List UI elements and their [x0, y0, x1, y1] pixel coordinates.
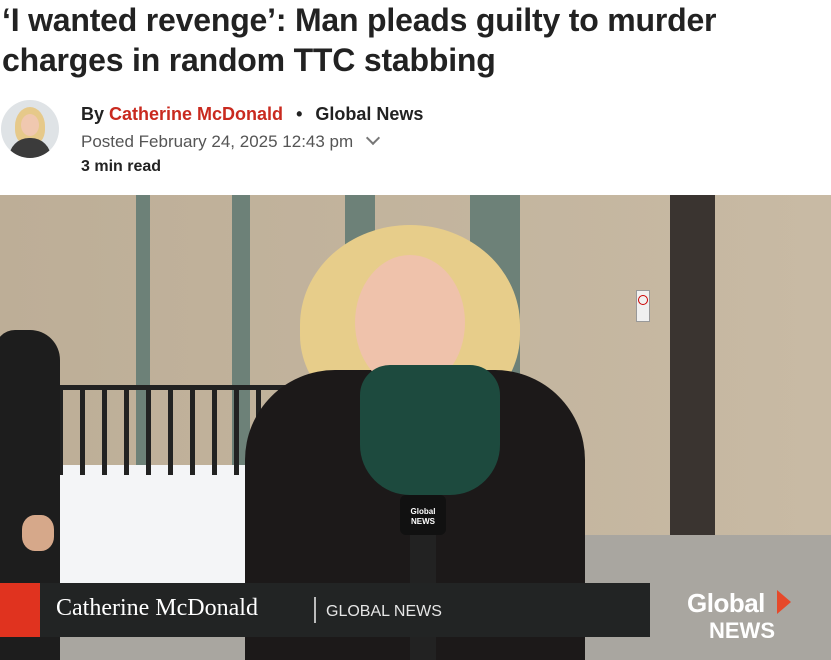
bystander-hand [22, 515, 54, 551]
byline-separator: • [296, 104, 303, 124]
by-label: By [81, 104, 105, 124]
read-time: 3 min read [81, 158, 162, 175]
byline-author-line: By Catherine McDonald • Global News [81, 104, 423, 125]
lower-third-name: Catherine McDonald [56, 595, 258, 621]
author-avatar[interactable] [1, 100, 59, 158]
lower-third-accent [0, 583, 40, 637]
global-news-logo: Global NEWS [681, 560, 831, 660]
mic-flag-top: Global [410, 507, 436, 516]
lower-third-org: GLOBAL NEWS [326, 603, 442, 620]
mic-flag-bottom: NEWS [411, 517, 435, 526]
reporter-scarf [360, 365, 500, 495]
mic-flag: Global NEWS [400, 495, 446, 535]
no-entry-sign [636, 290, 650, 322]
posted-line[interactable]: Posted February 24, 2025 12:43 pm [81, 130, 380, 152]
video-player[interactable]: Global NEWS Catherine McDonald GLOBAL NE… [0, 195, 831, 660]
outlet-name: Global News [315, 104, 424, 124]
chevron-down-icon[interactable] [365, 130, 380, 146]
lower-third-divider [314, 597, 316, 623]
lower-third: Catherine McDonald GLOBAL NEWS [0, 583, 650, 637]
article-headline: ‘I wanted revenge’: Man pleads guilty to… [2, 2, 717, 78]
logo-arrow-icon [777, 590, 791, 614]
posted-date: Posted February 24, 2025 12:43 pm [81, 132, 354, 151]
byline: By Catherine McDonald • Global News Post… [0, 98, 831, 188]
author-link[interactable]: Catherine McDonald [109, 104, 283, 124]
logo-news: NEWS [709, 618, 775, 643]
logo-global: Global [687, 588, 765, 618]
